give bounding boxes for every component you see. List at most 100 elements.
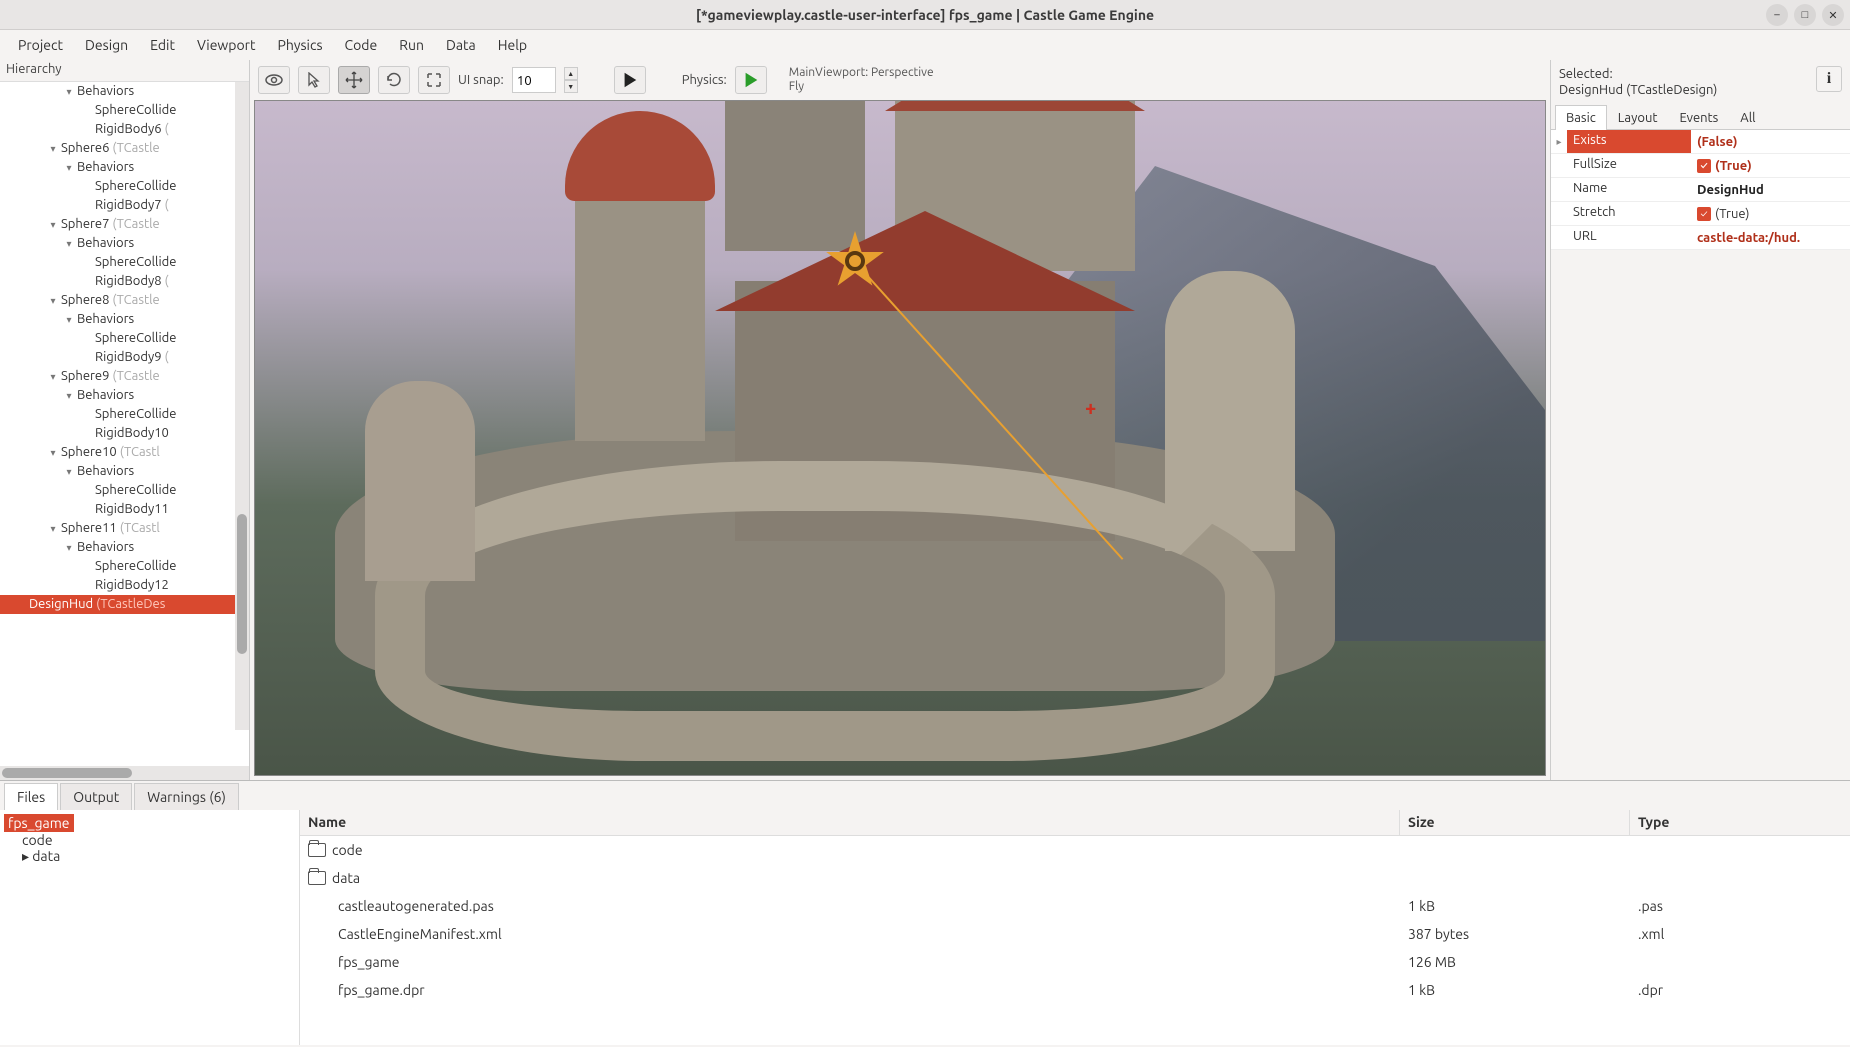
file-tree-node[interactable]: fps_game <box>4 814 74 832</box>
tree-node[interactable]: DesignHud (TCastleDes <box>0 595 249 614</box>
tree-node[interactable]: ▾ Sphere7 (TCastle <box>0 215 249 234</box>
tree-node[interactable]: RigidBody9 ( <box>0 348 249 367</box>
tree-node[interactable]: SphereCollide <box>0 253 249 272</box>
bottom-tab[interactable]: Output <box>60 783 132 810</box>
physics-play-button[interactable] <box>735 66 767 94</box>
hierarchy-tree[interactable]: ▾ Behaviors SphereCollide RigidBody6 (▾ … <box>0 82 249 766</box>
cursor-icon <box>307 72 321 88</box>
inspector-tab-basic[interactable]: Basic <box>1555 105 1607 130</box>
tree-node[interactable]: ▾ Behaviors <box>0 538 249 557</box>
bottom-tab[interactable]: Warnings (6) <box>134 783 239 810</box>
tree-node[interactable]: ▾ Sphere8 (TCastle <box>0 291 249 310</box>
tree-node[interactable]: ▾ Behaviors <box>0 158 249 177</box>
play-green-icon <box>742 71 760 89</box>
crosshair-icon: + <box>1085 396 1096 419</box>
tree-node[interactable]: RigidBody8 ( <box>0 272 249 291</box>
tree-node[interactable]: ▾ Sphere10 (TCastl <box>0 443 249 462</box>
file-tree-node[interactable]: ▸ data <box>18 847 64 865</box>
uisnap-input[interactable] <box>512 67 556 93</box>
menu-data[interactable]: Data <box>436 33 486 57</box>
menu-project[interactable]: Project <box>8 33 73 57</box>
file-row[interactable]: fps_game.dpr1 kB.dpr <box>300 976 1850 1004</box>
tree-node[interactable]: ▾ Behaviors <box>0 234 249 253</box>
move-icon <box>345 71 363 89</box>
property-grid[interactable]: ▸Exists(False)FullSize✓(True)NameDesignH… <box>1551 130 1850 250</box>
inspector-tab-events[interactable]: Events <box>1668 105 1729 130</box>
viewport-info: MainViewport: Perspective Fly <box>789 66 934 94</box>
file-tree[interactable]: fps_gamecode▸ data <box>0 810 300 1045</box>
maximize-button[interactable]: □ <box>1794 4 1816 26</box>
menu-code[interactable]: Code <box>335 33 388 57</box>
file-row[interactable]: data <box>300 864 1850 892</box>
scale-tool-button[interactable] <box>418 66 450 94</box>
property-row[interactable]: ▸Exists(False) <box>1551 130 1850 154</box>
play-icon <box>621 71 639 89</box>
light-gizmo[interactable] <box>825 231 885 291</box>
checkbox-icon[interactable]: ✓ <box>1697 159 1711 173</box>
property-row[interactable]: FullSize✓(True) <box>1551 154 1850 178</box>
tree-node[interactable]: ▾ Behaviors <box>0 82 249 101</box>
folder-icon <box>308 871 326 885</box>
tree-node[interactable]: ▾ Behaviors <box>0 310 249 329</box>
inspector-tab-all[interactable]: All <box>1729 105 1766 130</box>
tree-node[interactable]: SphereCollide <box>0 329 249 348</box>
inspector-tab-layout[interactable]: Layout <box>1607 105 1669 130</box>
titlebar: [*gameviewplay.castle-user-interface] fp… <box>0 0 1850 30</box>
uisnap-spinner[interactable]: ▲▼ <box>564 67 578 93</box>
tree-node[interactable]: ▾ Sphere6 (TCastle <box>0 139 249 158</box>
info-button[interactable]: i <box>1816 66 1842 92</box>
tree-node[interactable]: ▾ Sphere11 (TCastl <box>0 519 249 538</box>
menu-viewport[interactable]: Viewport <box>187 33 266 57</box>
hierarchy-header: Hierarchy <box>0 60 249 82</box>
file-list[interactable]: Name Size Type codedatacastleautogenerat… <box>300 810 1850 1045</box>
menu-physics[interactable]: Physics <box>268 33 333 57</box>
close-button[interactable]: ✕ <box>1822 4 1844 26</box>
tree-node[interactable]: RigidBody12 <box>0 576 249 595</box>
tree-node[interactable]: SphereCollide <box>0 481 249 500</box>
inspector-panel: Selected: DesignHud (TCastleDesign) i Ba… <box>1550 60 1850 780</box>
file-row[interactable]: castleautogenerated.pas1 kB.pas <box>300 892 1850 920</box>
toggle-visibility-button[interactable] <box>258 66 290 94</box>
viewport-nav-mode: Fly <box>789 80 934 94</box>
tree-node[interactable]: SphereCollide <box>0 177 249 196</box>
col-name[interactable]: Name <box>300 810 1400 835</box>
bottom-tab[interactable]: Files <box>4 783 58 810</box>
minimize-button[interactable]: – <box>1766 4 1788 26</box>
file-row[interactable]: fps_game126 MB <box>300 948 1850 976</box>
viewport-toolbar: UI snap: ▲▼ Physics: MainViewport: Persp… <box>250 60 1550 100</box>
window-controls: – □ ✕ <box>1766 4 1844 26</box>
property-row[interactable]: Stretch✓(True) <box>1551 202 1850 226</box>
tree-node[interactable]: RigidBody7 ( <box>0 196 249 215</box>
file-row[interactable]: code <box>300 836 1850 864</box>
col-size[interactable]: Size <box>1400 810 1630 835</box>
tree-node[interactable]: ▾ Behaviors <box>0 462 249 481</box>
tree-node[interactable]: SphereCollide <box>0 405 249 424</box>
hierarchy-panel: Hierarchy ▾ Behaviors SphereCollide Rigi… <box>0 60 250 780</box>
tree-node[interactable]: SphereCollide <box>0 101 249 120</box>
menu-edit[interactable]: Edit <box>140 33 185 57</box>
play-button[interactable] <box>614 66 646 94</box>
3d-viewport[interactable]: + <box>254 100 1546 776</box>
vertical-scrollbar[interactable] <box>235 82 249 730</box>
rotate-tool-button[interactable] <box>378 66 410 94</box>
tree-node[interactable]: ▾ Behaviors <box>0 386 249 405</box>
move-tool-button[interactable] <box>338 66 370 94</box>
tree-node[interactable]: ▾ Sphere9 (TCastle <box>0 367 249 386</box>
menu-help[interactable]: Help <box>488 33 537 57</box>
select-tool-button[interactable] <box>298 66 330 94</box>
horizontal-scrollbar[interactable] <box>0 766 249 780</box>
tree-node[interactable]: RigidBody10 <box>0 424 249 443</box>
col-type[interactable]: Type <box>1630 810 1850 835</box>
checkbox-icon[interactable]: ✓ <box>1697 207 1711 221</box>
folder-icon <box>308 843 326 857</box>
eye-icon <box>265 74 283 86</box>
menu-design[interactable]: Design <box>75 33 138 57</box>
file-row[interactable]: CastleEngineManifest.xml387 bytes.xml <box>300 920 1850 948</box>
tree-node[interactable]: SphereCollide <box>0 557 249 576</box>
menu-run[interactable]: Run <box>389 33 434 57</box>
property-row[interactable]: URLcastle-data:/hud. <box>1551 226 1850 250</box>
tree-node[interactable]: RigidBody6 ( <box>0 120 249 139</box>
tree-node[interactable]: RigidBody11 <box>0 500 249 519</box>
property-row[interactable]: NameDesignHud <box>1551 178 1850 202</box>
rotate-icon <box>385 71 403 89</box>
